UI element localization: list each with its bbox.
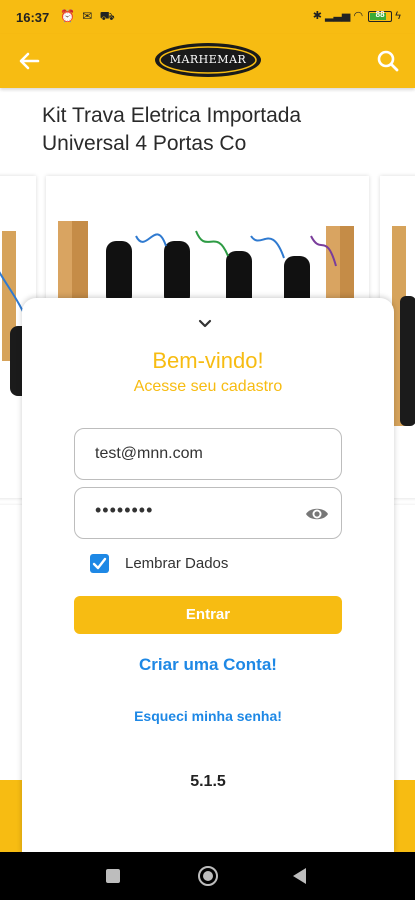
- system-back-button[interactable]: [293, 868, 306, 884]
- status-time: 16:37: [16, 10, 50, 25]
- toggle-password-visibility-button[interactable]: [305, 502, 329, 526]
- chevron-down-icon: [198, 319, 212, 328]
- battery-level: 88: [375, 9, 385, 19]
- logo-text: MARHEMAR: [169, 53, 247, 66]
- password-value: ••••••••: [95, 500, 154, 520]
- welcome-subtitle: Acesse seu cadastro: [133, 378, 283, 395]
- background-band: [0, 780, 22, 852]
- notification-icons: ⏰ ✉ ⛟: [60, 9, 117, 23]
- product-title: Kit Trava Eletrica Importada Universal 4…: [42, 104, 302, 155]
- login-sheet: Bem-vindo! Acesse seu cadastro test@mnn.…: [22, 298, 394, 854]
- recents-button[interactable]: [106, 869, 120, 883]
- charging-icon: ϟ: [395, 10, 401, 22]
- battery-icon: 88: [368, 9, 393, 22]
- app-version: 5.1.5: [190, 773, 226, 790]
- background-band: [394, 780, 415, 852]
- password-field[interactable]: ••••••••: [74, 487, 342, 539]
- collapse-sheet-button[interactable]: [194, 312, 216, 334]
- brand-logo: MARHEMAR: [153, 40, 263, 80]
- system-nav-bar: [0, 852, 415, 900]
- eye-icon: [306, 508, 328, 520]
- search-button[interactable]: [373, 46, 403, 76]
- arrow-left-icon: [19, 52, 40, 70]
- bluetooth-icon: ✱: [312, 10, 322, 22]
- email-field[interactable]: test@mnn.com: [74, 428, 342, 480]
- home-button[interactable]: [198, 866, 218, 886]
- forgot-password-link[interactable]: Esqueci minha senha!: [22, 708, 394, 724]
- welcome-title: Bem-vindo!: [152, 348, 264, 373]
- wifi-icon: ◠: [353, 10, 364, 22]
- create-account-link[interactable]: Criar uma Conta!: [22, 655, 394, 675]
- signal-icon: ▂▃▅: [324, 10, 351, 22]
- remember-checkbox[interactable]: [90, 554, 109, 573]
- email-value: test@mnn.com: [95, 445, 203, 462]
- status-bar: 16:37 ⏰ ✉ ⛟ ✱ ▂▃▅ ◠ 88 ϟ: [0, 0, 415, 34]
- app-bar: MARHEMAR: [0, 34, 415, 88]
- enter-button[interactable]: Entrar: [74, 596, 342, 634]
- remember-label: Lembrar Dados: [125, 555, 229, 572]
- checkmark-icon: [92, 557, 107, 570]
- back-button[interactable]: [14, 46, 44, 76]
- search-icon: [377, 50, 399, 72]
- system-icons: ✱ ▂▃▅ ◠ 88 ϟ: [313, 9, 401, 22]
